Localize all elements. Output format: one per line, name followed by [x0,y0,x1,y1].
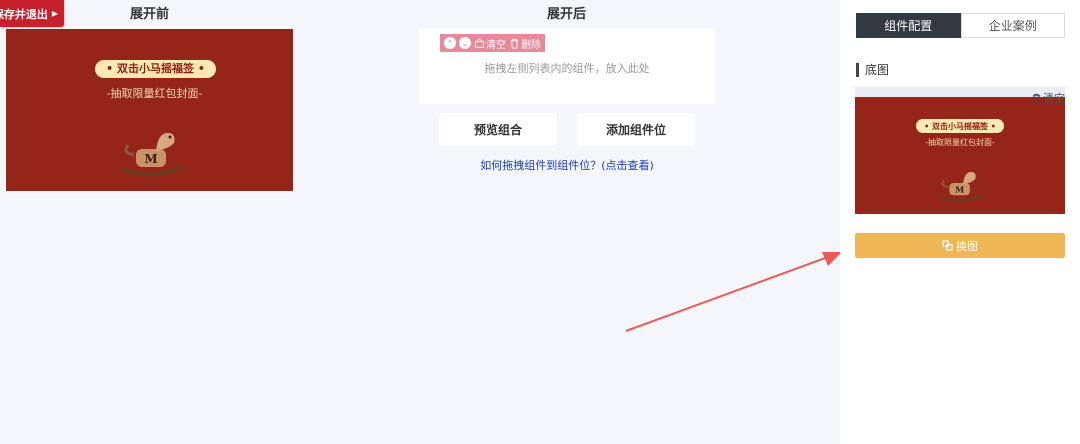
config-panel: 组件配置 企业案例 底图 • 双击小马摇福签 • -抽取限量红包封面- M 清空 [840,0,1080,444]
drop-hint: 拖拽左侧列表内的组件，放入此处 [484,62,650,75]
tab-component-config[interactable]: 组件配置 [856,13,961,38]
cover-preview-before: • 双击小马摇福签 • -抽取限量红包封面- M [6,29,293,191]
delete-label: 删除 [521,39,541,51]
trash-icon [510,38,519,49]
section-title-background: 底图 [856,63,889,77]
save-exit-button[interactable]: 保存并退出 ▶ [0,0,64,27]
clear-image-button[interactable]: 清空 [1031,90,1065,106]
preview-combo-button[interactable]: 预览组合 [439,113,557,146]
help-link[interactable]: 如何拖拽组件到组件位？(点击查看) [419,157,715,173]
delete-button[interactable]: 删除 [509,36,541,51]
rocking-horse-icon: M [939,171,983,202]
swap-image-icon [942,240,953,251]
tab-enterprise-cases[interactable]: 企业案例 [960,13,1065,38]
after-title: 展开后 [547,7,587,22]
cover-pill-text: • 双击小马摇福签 • [95,60,216,78]
before-title: 展开前 [130,7,170,22]
clear-image-label: 清空 [1043,92,1065,105]
caret-right-icon: ▶ [51,9,58,18]
background-image-slot: • 双击小马摇福签 • -抽取限量红包封面- M 清空 [855,87,1065,214]
swap-image-button[interactable]: 换图 [855,233,1065,258]
chevron-down-icon[interactable]: ⌄ [459,37,471,49]
add-slot-button[interactable]: 添加组件位 [577,113,695,146]
clear-button[interactable]: 清空 [474,36,506,51]
eraser-icon [474,38,485,48]
component-toolbar: ⌃ ⌄ 清空 删除 [440,34,545,52]
panel-tabs: 组件配置 企业案例 [856,13,1065,38]
thumb-pill-text: • 双击小马摇福签 • [916,119,1004,133]
component-drop-zone[interactable]: ⌃ ⌄ 清空 删除 拖拽左侧列表内的组件，放入此处 [419,29,715,104]
rocking-horse-icon: M [122,132,184,177]
chevron-up-icon[interactable]: ⌃ [444,37,456,49]
cover-sub-text: -抽取限量红包封面- [106,87,203,100]
thumb-sub-text: -抽取限量红包封面- [925,138,995,147]
svg-text:M: M [144,152,157,166]
annotation-arrow [625,252,842,332]
svg-text:M: M [955,185,964,195]
clear-label: 清空 [486,39,506,51]
swap-image-label: 换图 [956,239,978,253]
cover-thumbnail: • 双击小马摇福签 • -抽取限量红包封面- M [855,97,1065,214]
trash-icon [1032,93,1041,104]
save-exit-label: 保存并退出 [0,7,48,21]
